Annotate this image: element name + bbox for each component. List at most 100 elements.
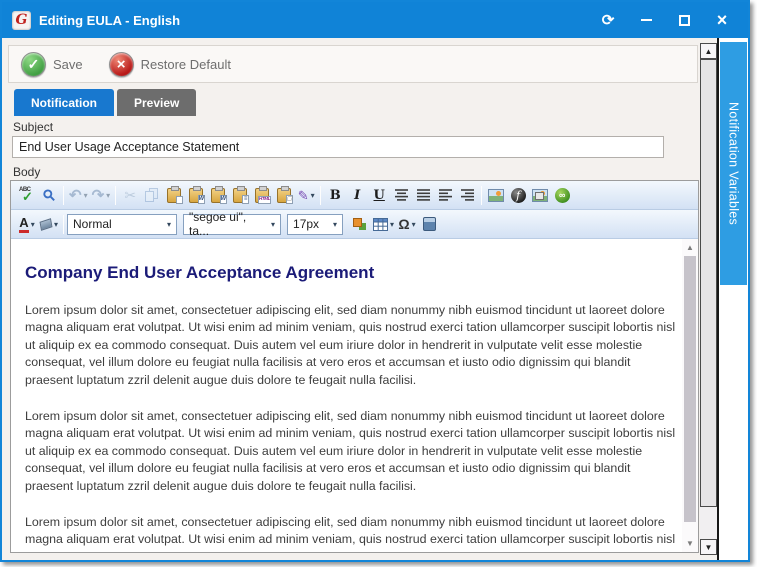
titlebar: G Editing EULA - English ⟳ × [2,2,748,38]
rich-text-editor: ABC ✓ ⚲ ↶ ▾ ↷ ▾ ✂ [10,180,699,553]
find-icon: ⚲ [40,186,58,204]
scroll-down-icon[interactable]: ▼ [682,539,698,548]
editor-scrollbar[interactable]: ▲ ▼ [682,239,698,552]
chevron-down-icon[interactable]: ▾ [106,191,110,200]
justify-button[interactable] [412,184,434,207]
font-color-button[interactable]: A ▾ [16,213,38,236]
maximize-icon[interactable] [676,12,692,28]
bold-button[interactable]: B [324,184,346,207]
refresh-icon[interactable]: ⟳ [600,12,616,28]
undo-button[interactable]: ↶ ▾ [67,184,90,207]
chevron-down-icon[interactable]: ▾ [390,220,394,229]
window-title: Editing EULA - English [39,13,180,28]
paint-bucket-icon [40,218,53,231]
align-right-button[interactable] [456,184,478,207]
scroll-up-icon[interactable]: ▲ [682,243,698,252]
image-icon [488,189,504,202]
save-button[interactable]: ✓ Save [21,52,83,77]
copy-button[interactable] [141,184,163,207]
font-family-select[interactable]: "segoe ui", ta... ▾ [183,214,281,235]
body-label: Body [13,165,40,179]
document-heading: Company End User Acceptance Agreement [25,263,679,283]
minimize-icon[interactable] [638,12,654,28]
underline-icon: U [374,189,385,202]
font-size-value: 17px [293,217,319,231]
restore-default-button[interactable]: × Restore Default [109,52,231,77]
toolbar-separator [63,215,64,234]
media-manager-button[interactable] [418,213,440,236]
underline-button[interactable]: U [368,184,390,207]
tab-notification[interactable]: Notification [14,89,114,116]
spellcheck-check: ✓ [22,189,33,205]
paste-plain-text-button[interactable]: ≡ [229,184,251,207]
action-toolbar: ✓ Save × Restore Default [8,45,698,83]
window-controls: ⟳ × [600,12,730,28]
toolbar-separator [63,186,64,205]
chevron-down-icon[interactable]: ▾ [412,220,416,229]
spellcheck-button[interactable]: ABC ✓ [16,184,38,207]
word-overlay: W [198,195,206,204]
find-replace-button[interactable]: ⚲ [38,184,60,207]
tab-preview[interactable]: Preview [117,89,196,116]
table-icon [373,218,388,231]
paste-button[interactable] [163,184,185,207]
paste-special-icon: ▢ [277,188,291,203]
image-map-button[interactable] [529,184,551,207]
dialog-scrollbar-thumb[interactable] [700,59,717,507]
insert-table-button[interactable]: ▾ [371,213,396,236]
redo-icon: ↷ [92,188,105,203]
save-label: Save [53,57,83,72]
special-character-button[interactable]: Ω ▾ [396,213,418,236]
document-paragraph: Lorem ipsum dolor sit amet, consectetuer… [25,514,679,552]
media-icon [423,217,436,231]
paste-from-word-strip-icon: W [211,188,225,203]
italic-icon: I [354,189,360,202]
scroll-down-icon[interactable]: ▼ [700,539,717,555]
chevron-down-icon: ▾ [167,220,171,229]
chevron-down-icon[interactable]: ▾ [84,191,88,200]
scroll-up-icon[interactable]: ▲ [700,43,717,59]
dialog-scrollbar[interactable]: ▲ ▼ [700,43,717,555]
restore-default-label: Restore Default [141,57,231,72]
align-center-icon [395,189,408,201]
paragraph-style-value: Normal [73,217,112,231]
editor-scrollbar-thumb[interactable] [684,256,696,522]
chevron-down-icon[interactable]: ▾ [311,191,315,200]
paste-from-word-icon: W [189,188,203,203]
subject-input[interactable] [12,136,664,158]
editor-toolbar-row2: A ▾ ▾ Normal ▾ "segoe ui", ta... ▾ 17p [11,210,698,239]
redo-button[interactable]: ↷ ▾ [90,184,113,207]
align-left-button[interactable] [434,184,456,207]
toolbar-separator [115,186,116,205]
paste-from-word-button[interactable]: W [185,184,207,207]
notification-variables-tab[interactable]: Notification Variables [720,42,747,285]
close-icon[interactable]: × [714,12,730,28]
paragraph-style-select[interactable]: Normal ▾ [67,214,177,235]
editor-content-area[interactable]: Company End User Acceptance Agreement Lo… [11,239,698,552]
editor-document[interactable]: Company End User Acceptance Agreement Lo… [11,239,681,552]
font-color-icon: A [19,216,28,233]
module-manager-button[interactable] [349,213,371,236]
font-size-select[interactable]: 17px ▾ [287,214,343,235]
toolbar-separator [481,186,482,205]
paste-as-html-button[interactable]: HTML [251,184,273,207]
document-paragraph: Lorem ipsum dolor sit amet, consectetuer… [25,408,679,495]
flash-manager-button[interactable]: f [507,184,529,207]
paste-special-button[interactable]: ▢ [273,184,295,207]
toolbar-separator [320,186,321,205]
app-logo-icon: G [12,11,31,30]
chevron-down-icon[interactable]: ▾ [31,220,35,229]
align-left-icon [439,189,452,201]
background-color-button[interactable]: ▾ [38,213,60,236]
chevron-down-icon[interactable]: ▾ [54,220,58,229]
format-stripper-button[interactable]: ✎ ▾ [295,184,317,207]
align-center-button[interactable] [390,184,412,207]
editor-toolbar-row1: ABC ✓ ⚲ ↶ ▾ ↷ ▾ ✂ [11,181,698,210]
flash-icon: f [511,188,526,203]
image-manager-button[interactable] [485,184,507,207]
italic-button[interactable]: I [346,184,368,207]
paste-from-word-strip-button[interactable]: W [207,184,229,207]
word-strip-overlay: W [220,195,228,204]
cut-button[interactable]: ✂ [119,184,141,207]
hyperlink-button[interactable]: ∞ [551,184,573,207]
